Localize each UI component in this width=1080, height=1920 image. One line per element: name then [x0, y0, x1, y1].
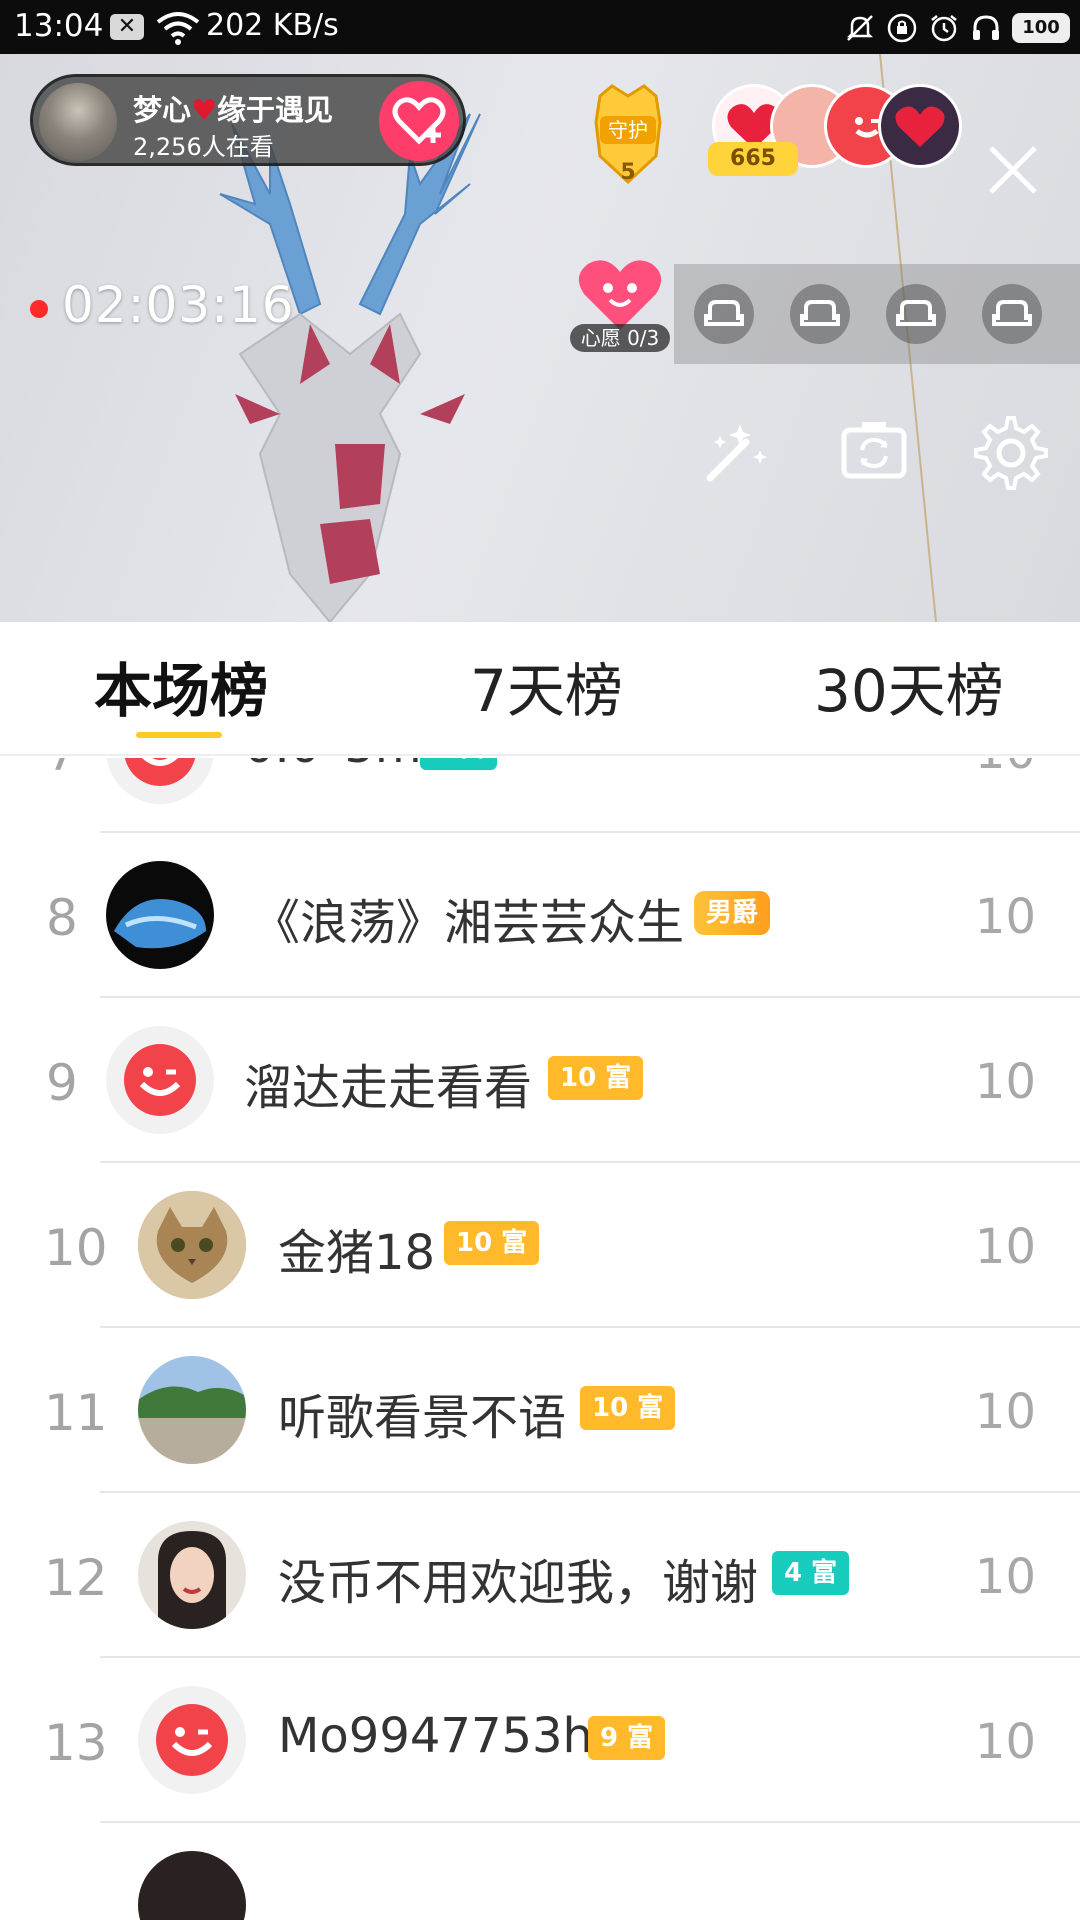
user-name: 金猪18 — [278, 1225, 436, 1281]
user-avatar-cat[interactable] — [138, 1191, 246, 1299]
wealth-level-badge: 4 富 — [772, 1551, 850, 1595]
contribution-score: 10 — [974, 1054, 1036, 1110]
list-item[interactable]: 9 溜达走走看看 10 富 10 — [0, 998, 1080, 1163]
rank-number: 10 — [44, 1219, 108, 1277]
ranking-list[interactable]: 7 0.0*5m 7 富 10 8 《浪荡》湘芸芸众生 男爵 10 9 溜达走走… — [0, 758, 1080, 1920]
contribution-score: 10 — [975, 758, 1036, 780]
notification-x-icon: ✕ — [110, 14, 144, 40]
tab-7-days[interactable]: 7天榜 — [470, 644, 623, 728]
viewer-count: 2,256人在看 — [133, 133, 274, 161]
heart-icon: ♥ — [191, 93, 218, 127]
user-avatar-partial[interactable] — [138, 1851, 246, 1920]
list-item[interactable]: 13 Mo9947753h 9 富 10 — [0, 1658, 1080, 1823]
wealth-level-badge: 10 富 — [580, 1386, 676, 1430]
live-video-area[interactable]: 梦心♥缘于遇见 2,256人在看 守护 5 665 02:03:16 心愿 0/… — [0, 54, 1080, 622]
user-name: 没币不用欢迎我，谢谢 — [278, 1555, 759, 1611]
rank-number: 8 — [46, 889, 78, 947]
audience-avatar[interactable] — [878, 84, 962, 168]
ranking-tabs: 本场榜 7天榜 30天榜 — [0, 622, 1080, 756]
live-indicator-dot — [30, 300, 48, 318]
host-avatar[interactable] — [39, 83, 117, 161]
list-item[interactable]: 10 金猪18 10 富 10 — [0, 1163, 1080, 1328]
rank-number: 9 — [46, 1054, 78, 1112]
rotation-lock-icon — [887, 13, 917, 43]
guard-badge[interactable]: 守护 5 — [580, 82, 676, 186]
noble-rank-badge: 男爵 — [694, 891, 771, 935]
list-item[interactable]: 7 0.0*5m 7 富 10 — [0, 758, 1080, 833]
top-audience-avatars[interactable]: 665 — [708, 84, 962, 176]
host-name-part2: 缘于遇见 — [217, 93, 334, 127]
switch-camera-icon[interactable] — [834, 410, 914, 490]
silent-bell-icon — [846, 15, 874, 41]
user-avatar-default-smile[interactable] — [138, 1686, 246, 1794]
rank-number: 12 — [44, 1549, 108, 1607]
active-tab-indicator — [136, 732, 222, 738]
host-name-part1: 梦心 — [133, 93, 192, 127]
user-avatar-blue-shoe[interactable] — [106, 861, 214, 969]
list-item[interactable]: 11 听歌看景不语 10 富 10 — [0, 1328, 1080, 1493]
heart-face-icon — [578, 260, 662, 330]
audience-count: 665 — [708, 142, 798, 176]
wealth-level-badge: 9 富 — [588, 1716, 666, 1760]
live-duration: 02:03:16 — [62, 276, 295, 334]
follow-button[interactable] — [379, 81, 459, 161]
user-avatar-woman[interactable] — [138, 1521, 246, 1629]
alarm-icon — [931, 15, 957, 42]
list-item[interactable]: 12 没币不用欢迎我，谢谢 4 富 10 — [0, 1493, 1080, 1658]
empty-seat-sofa-icon[interactable] — [886, 284, 946, 344]
battery-indicator: 100 — [1012, 13, 1070, 43]
wealth-level-badge: 10 富 — [444, 1221, 540, 1265]
rank-number: 11 — [44, 1384, 108, 1442]
wish-label: 心愿 0/3 — [570, 324, 670, 352]
contribution-score: 10 — [974, 1549, 1036, 1605]
empty-seat-sofa-icon[interactable] — [694, 284, 754, 344]
user-name: 0.0*5m — [244, 758, 422, 774]
status-bar: 13:04 ✕ 202 KB/s 100 — [0, 0, 1080, 54]
tab-current-session[interactable]: 本场榜 — [94, 644, 268, 728]
list-item[interactable]: 8 《浪荡》湘芸芸众生 男爵 10 — [0, 833, 1080, 998]
heart-plus-icon — [392, 97, 446, 145]
user-name: 听歌看景不语 — [278, 1390, 567, 1446]
close-icon[interactable] — [985, 142, 1041, 198]
tab-30-days[interactable]: 30天榜 — [814, 644, 1004, 728]
network-speed: 202 KB/s — [206, 8, 339, 43]
wealth-level-badge: 10 富 — [548, 1056, 644, 1100]
empty-seat-sofa-icon[interactable] — [790, 284, 850, 344]
empty-seat-sofa-icon[interactable] — [982, 284, 1042, 344]
wealth-level-badge: 7 富 — [420, 758, 498, 770]
beauty-wand-icon[interactable] — [696, 410, 776, 490]
contribution-score: 10 — [974, 1384, 1036, 1440]
guard-label: 守护 — [608, 118, 648, 142]
guard-count: 5 — [620, 160, 636, 185]
user-avatar-landscape[interactable] — [138, 1356, 246, 1464]
user-name: Mo9947753h — [278, 1708, 593, 1764]
wifi-icon — [156, 12, 200, 45]
user-name: 溜达走走看看 — [244, 1060, 533, 1116]
contribution-score: 10 — [974, 1714, 1036, 1770]
host-info-card[interactable]: 梦心♥缘于遇见 2,256人在看 — [30, 74, 466, 166]
guest-seats-bar — [674, 264, 1080, 364]
rank-number: 7 — [46, 758, 78, 782]
user-avatar-default-smile[interactable] — [106, 1026, 214, 1134]
status-icons: 100 — [844, 8, 1070, 48]
user-avatar-default-smile[interactable] — [106, 758, 214, 804]
settings-gear-icon[interactable] — [968, 410, 1048, 490]
list-item[interactable] — [0, 1823, 1080, 1920]
heart-avatar-icon — [895, 106, 945, 147]
status-time: 13:04 — [14, 8, 104, 44]
wish-button[interactable]: 心愿 0/3 — [570, 254, 670, 354]
user-name: 《浪荡》湘芸芸众生 — [252, 895, 685, 951]
contribution-score: 10 — [974, 889, 1036, 945]
rank-number: 13 — [44, 1714, 108, 1772]
headphones-icon — [973, 15, 999, 40]
host-name: 梦心♥缘于遇见 — [133, 87, 333, 129]
contribution-score: 10 — [974, 1219, 1036, 1275]
